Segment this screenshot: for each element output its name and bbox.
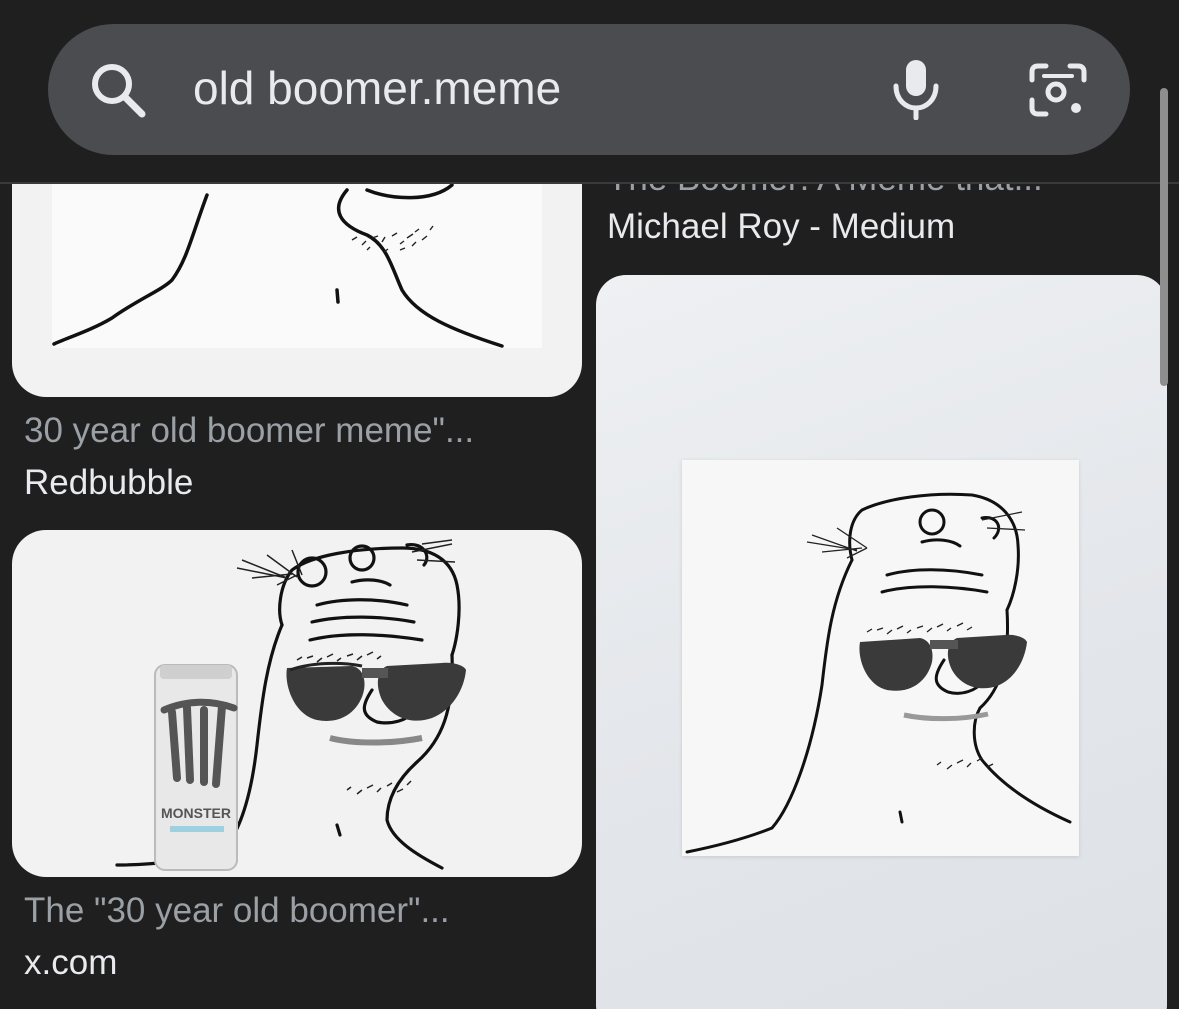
boomer-meme-drawing (52, 150, 542, 348)
search-icon[interactable] (88, 60, 148, 118)
search-input[interactable]: old boomer.meme (193, 60, 561, 116)
monster-energy-can: MONSTER (154, 664, 238, 871)
result-image-4[interactable] (596, 275, 1167, 1009)
image-search-results-page: 30 year old boomer meme"... Redbubble Th… (0, 0, 1179, 1009)
result-image-2[interactable]: MONSTER (12, 530, 582, 877)
result-title-2[interactable]: The "30 year old boomer"... (24, 890, 450, 932)
result-source-3[interactable]: Michael Roy - Medium (607, 206, 955, 248)
result-image-1[interactable] (12, 150, 582, 397)
poster (682, 460, 1079, 856)
search-header: old boomer.meme (0, 0, 1179, 184)
scrollbar[interactable] (1160, 88, 1168, 386)
google-lens-icon[interactable] (1028, 62, 1088, 118)
result-source-1[interactable]: Redbubble (24, 462, 193, 504)
result-title-1[interactable]: 30 year old boomer meme"... (24, 410, 474, 452)
sunglasses (286, 661, 466, 721)
boomer-meme-sunglasses-monster-energy: MONSTER (115, 539, 466, 871)
boomer-meme-sunglasses-poster (685, 492, 1072, 854)
result-source-2[interactable]: x.com (24, 942, 117, 984)
can-label: MONSTER (161, 805, 231, 821)
mic-icon[interactable] (890, 58, 942, 120)
